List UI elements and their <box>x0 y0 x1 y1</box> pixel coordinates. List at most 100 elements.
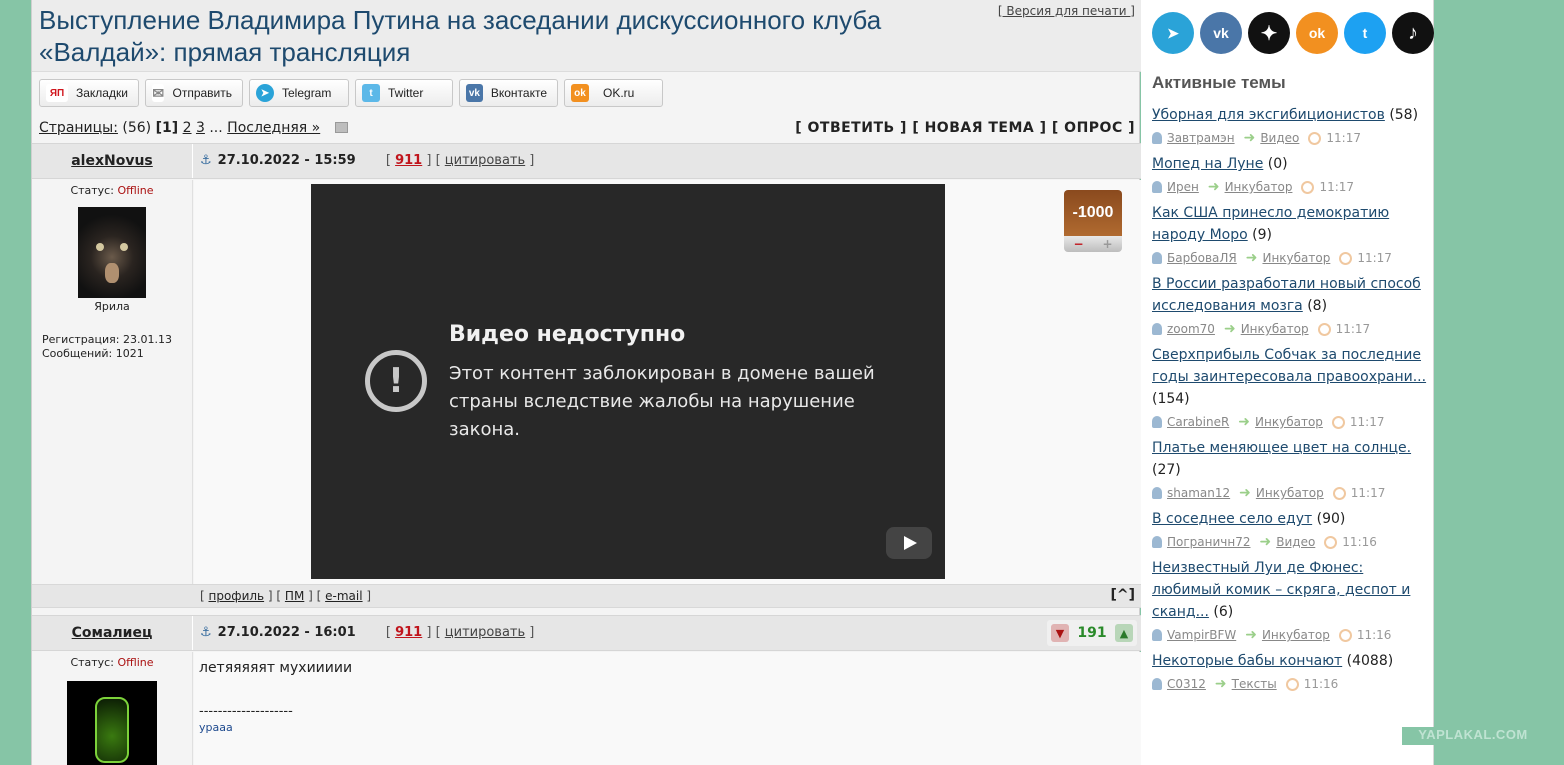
topic-section-link[interactable]: Инкубатор <box>1255 412 1323 432</box>
rate-down-button[interactable]: − <box>1073 237 1083 251</box>
topic-link[interactable]: В соседнее село едут <box>1152 511 1312 527</box>
thumbs-down-icon[interactable]: ▼ <box>1051 624 1069 642</box>
topic-section-link[interactable]: Инкубатор <box>1241 319 1309 339</box>
topic-section-link[interactable]: Тексты <box>1232 674 1277 694</box>
arrow-right-icon: ➜ <box>1243 130 1256 146</box>
topic-user-link[interactable]: shaman12 <box>1167 483 1230 503</box>
topic-section-link[interactable]: Инкубатор <box>1262 625 1330 645</box>
topic-section-link[interactable]: Видео <box>1260 128 1299 148</box>
share-twitter-button[interactable]: t Twitter <box>355 79 453 107</box>
topic-link[interactable]: Мопед на Луне <box>1152 156 1263 172</box>
topic-count: (27) <box>1152 462 1181 478</box>
clock-icon <box>1338 628 1352 642</box>
topic-user-link[interactable]: Пограничн72 <box>1167 532 1251 552</box>
print-version-link[interactable]: [ Версия для печати ] <box>998 4 1135 18</box>
topic-link[interactable]: В России разработали новый способ исслед… <box>1152 276 1421 314</box>
mail-icon: ✉ <box>152 84 165 102</box>
author-link[interactable]: alexNovus <box>71 153 153 169</box>
topic-user-link[interactable]: Ирен <box>1167 177 1199 197</box>
topic-section-link[interactable]: Инкубатор <box>1256 483 1324 503</box>
video-player[interactable]: ! Видео недоступно Этот контент заблокир… <box>311 184 945 579</box>
topic-user-link[interactable]: zoom70 <box>1167 319 1215 339</box>
thumbs-up-icon[interactable]: ▲ <box>1114 624 1133 642</box>
post-date: 27.10.2022 - 16:01 <box>217 625 356 640</box>
rate-up-button[interactable]: + <box>1102 237 1112 251</box>
vk-icon[interactable]: vk <box>1200 12 1242 54</box>
clock-icon <box>1324 535 1338 549</box>
author-status: Статус: Offline <box>70 184 154 197</box>
reply-button[interactable]: [ ОТВЕТИТЬ ] <box>795 120 907 136</box>
pages-link[interactable]: Страницы: <box>39 120 118 136</box>
youtube-logo-icon[interactable] <box>886 527 932 559</box>
author-sidebar: Статус: Offline <box>32 652 193 765</box>
clock-icon <box>1308 131 1322 145</box>
arrow-right-icon: ➜ <box>1207 179 1220 195</box>
email-link[interactable]: e-mail <box>325 589 362 603</box>
topic-user-link[interactable]: VampirBFW <box>1167 625 1236 645</box>
last-page-link[interactable]: Последняя » <box>227 120 320 136</box>
share-telegram-button[interactable]: ➤ Telegram <box>249 79 349 107</box>
profile-link[interactable]: профиль <box>209 589 265 603</box>
status-value: Offline <box>117 184 154 197</box>
quote-link[interactable]: цитировать <box>445 625 525 640</box>
topic-user-link[interactable]: C0312 <box>1167 674 1206 694</box>
page-jump-icon[interactable] <box>334 122 348 133</box>
topic-link[interactable]: Платье меняющее цвет на солнце. <box>1152 440 1411 456</box>
anchor-icon[interactable]: ⚓ <box>200 153 212 168</box>
topic-count: (8) <box>1307 298 1328 314</box>
pm-link[interactable]: ПМ <box>285 589 304 603</box>
vk-icon: vk <box>466 84 483 102</box>
avatar-caption: Ярила <box>94 300 130 313</box>
video-unavailable-message: Этот контент заблокирован в домене вашей… <box>449 363 875 440</box>
share-send-button[interactable]: ✉ Отправить <box>145 79 243 107</box>
page-title: Выступление Владимира Путина на заседани… <box>39 5 882 67</box>
avatar <box>78 207 146 298</box>
anchor-icon[interactable]: ⚓ <box>200 625 212 640</box>
twitter-icon: t <box>362 84 380 102</box>
title-bar: Выступление Владимира Путина на заседани… <box>32 0 1141 72</box>
telegram-icon: ➤ <box>256 84 274 102</box>
topic-count: (154) <box>1152 391 1190 407</box>
zen-icon[interactable]: ✦ <box>1248 12 1290 54</box>
rating-value: -1000 <box>1064 190 1122 236</box>
topic-user-link[interactable]: CarabineR <box>1167 412 1229 432</box>
topic-section-link[interactable]: Инкубатор <box>1225 177 1293 197</box>
share-label: Закладки <box>76 86 128 100</box>
share-ok-button[interactable]: ok OK.ru <box>564 79 663 107</box>
post-rating: -1000 − + <box>1064 190 1122 252</box>
topic-user-link[interactable]: Завтрамэн <box>1167 128 1235 148</box>
telegram-icon[interactable]: ➤ <box>1152 12 1194 54</box>
topic-link[interactable]: Сверхприбыль Собчак за последние годы за… <box>1152 347 1426 385</box>
author-link[interactable]: Сомалиец <box>72 625 153 641</box>
post-text: летяяяяят мухиииии <box>199 660 353 676</box>
post-number-link[interactable]: 911 <box>395 625 422 640</box>
page-2-link[interactable]: 2 <box>183 120 192 136</box>
tiktok-icon[interactable]: ♪ <box>1392 12 1434 54</box>
message-count: Сообщений: 1021 <box>42 347 144 360</box>
topic-user-link[interactable]: БарбоваЛЯ <box>1167 248 1237 268</box>
quote-link[interactable]: цитировать <box>445 153 525 168</box>
user-icon <box>1152 252 1162 264</box>
topic-link[interactable]: Уборная для эксгибиционистов <box>1152 107 1385 123</box>
topic-title-row: В соседнее село едут (90) <box>1152 508 1427 530</box>
topic-meta: C0312 ➜ Тексты 11:16 <box>1152 674 1427 694</box>
topic-section-link[interactable]: Инкубатор <box>1262 248 1330 268</box>
topic-section-link[interactable]: Видео <box>1276 532 1315 552</box>
scroll-top-button[interactable]: [^] <box>1110 587 1135 603</box>
topic-link[interactable]: Некоторые бабы кончают <box>1152 653 1342 669</box>
warning-icon: ! <box>365 350 427 412</box>
topic-link[interactable]: Неизвестный Луи де Фюнес: любимый комик … <box>1152 560 1410 620</box>
page-3-link[interactable]: 3 <box>196 120 205 136</box>
ok-icon: ok <box>571 84 589 102</box>
share-bookmarks-button[interactable]: ЯП Закладки <box>39 79 139 107</box>
topic-item: Мопед на Луне (0) Ирен ➜ Инкубатор 11:17 <box>1152 153 1427 197</box>
topic-time: 11:17 <box>1350 486 1386 500</box>
share-vk-button[interactable]: vk Вконтакте <box>459 79 558 107</box>
topic-actions: [ ОТВЕТИТЬ ] [ НОВАЯ ТЕМА ] [ ОПРОС ] <box>795 120 1135 136</box>
post-number-link[interactable]: 911 <box>395 153 422 168</box>
ok-icon[interactable]: ok <box>1296 12 1338 54</box>
topic-time: 11:17 <box>1319 180 1355 194</box>
twitter-icon[interactable]: t <box>1344 12 1386 54</box>
new-topic-button[interactable]: [ НОВАЯ ТЕМА ] <box>912 120 1046 136</box>
poll-button[interactable]: [ ОПРОС ] <box>1052 120 1135 136</box>
